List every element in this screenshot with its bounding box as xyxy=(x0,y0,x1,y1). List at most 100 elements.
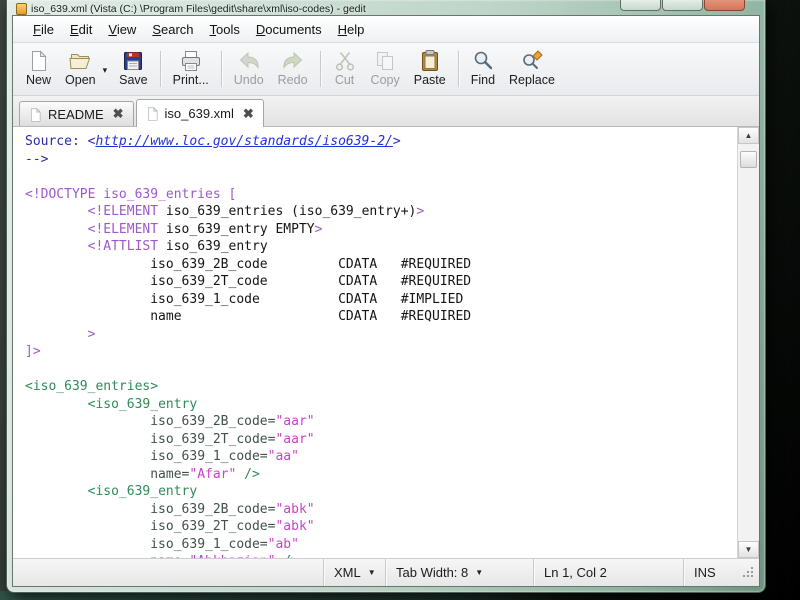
vertical-scrollbar[interactable]: ▲ ▼ xyxy=(737,127,759,558)
paste-icon xyxy=(418,49,442,73)
status-bar: XML ▼ Tab Width: 8 ▼ Ln 1, Col 2 INS xyxy=(13,558,759,586)
tab-width-label: Tab Width: 8 xyxy=(396,565,469,580)
copy-button: Copy xyxy=(364,48,407,89)
code-line: iso_639_2T_code="aar" xyxy=(150,431,315,447)
menu-bar: File Edit View Search Tools Documents Help xyxy=(13,16,759,43)
menu-item-view[interactable]: View xyxy=(100,18,144,41)
overwrite-mode-indicator[interactable]: INS xyxy=(683,559,741,586)
scrollbar-thumb[interactable] xyxy=(740,151,757,168)
print-icon xyxy=(179,49,203,73)
tab-label: iso_639.xml xyxy=(164,106,234,121)
resize-grip[interactable] xyxy=(741,565,755,579)
language-mode-label: XML xyxy=(334,565,361,580)
code-line: <!DOCTYPE iso_639_entries [ xyxy=(25,186,237,202)
menu-item-help[interactable]: Help xyxy=(330,18,373,41)
scroll-up-button[interactable]: ▲ xyxy=(738,127,759,144)
code-line: Source: <http://www.loc.gov/standards/is… xyxy=(25,134,401,149)
code-line: iso_639_1_code="ab" xyxy=(150,536,299,552)
document-icon xyxy=(146,106,159,121)
toolbar-button-label: Save xyxy=(119,73,148,88)
chevron-down-icon: ▼ xyxy=(367,568,376,577)
code-line: iso_639_2B_code="aar" xyxy=(150,414,315,429)
editor-text[interactable]: Source: <http://www.loc.gov/standards/is… xyxy=(13,127,737,558)
tab-bar: README ✖ iso_639.xml ✖ xyxy=(13,96,759,127)
maximize-button[interactable] xyxy=(662,0,703,11)
menu-item-search[interactable]: Search xyxy=(144,18,201,41)
tab-close-icon[interactable]: ✖ xyxy=(113,106,124,122)
tab-label: README xyxy=(48,106,104,122)
toolbar-button-label: Print... xyxy=(172,73,209,88)
window-title: iso_639.xml (Vista (C:) \Program Files\g… xyxy=(31,2,366,15)
menu-item-documents[interactable]: Documents xyxy=(248,18,330,41)
undo-icon xyxy=(237,49,261,73)
code-line: iso_639_1_code="aa" xyxy=(150,449,299,464)
open-folder-icon xyxy=(68,49,92,73)
tab-readme[interactable]: README ✖ xyxy=(19,101,134,126)
toolbar-button-label: Cut xyxy=(334,73,355,88)
find-icon xyxy=(471,49,495,73)
menu-item-tools[interactable]: Tools xyxy=(202,18,248,41)
paste-button[interactable]: Paste xyxy=(407,48,453,89)
code-line: iso_639_1_code CDATA #IMPLIED xyxy=(25,291,464,307)
scroll-down-button[interactable]: ▼ xyxy=(738,541,759,558)
code-line: <iso_639_entry xyxy=(87,484,198,499)
window-controls xyxy=(620,0,745,11)
find-button[interactable]: Find xyxy=(464,48,502,89)
chevron-down-icon: ▼ xyxy=(475,568,484,577)
code-line: name="Afar" /> xyxy=(150,466,260,482)
code-line: ]> xyxy=(25,344,41,359)
title-bar[interactable]: iso_639.xml (Vista (C:) \Program Files\g… xyxy=(12,0,760,15)
scrollbar-track[interactable] xyxy=(738,144,759,541)
code-line: <iso_639_entries> xyxy=(25,379,159,394)
toolbar-button-label: Undo xyxy=(233,73,264,88)
print-button[interactable]: Print... xyxy=(166,48,216,89)
toolbar-separator xyxy=(159,50,161,87)
code-line: <!ATTLIST iso_639_entry xyxy=(87,239,268,254)
redo-icon xyxy=(281,49,305,73)
language-mode-select[interactable]: XML ▼ xyxy=(323,559,385,586)
toolbar-button-label: Redo xyxy=(277,73,308,88)
replace-button[interactable]: Replace xyxy=(502,48,562,89)
toolbar-button-label: Open xyxy=(65,73,96,88)
menu-item-file[interactable]: File xyxy=(25,18,62,41)
new-document-button[interactable]: New xyxy=(19,48,58,89)
code-line: iso_639_2T_code CDATA #REQUIRED xyxy=(25,274,472,289)
toolbar: New Open ▾ Save Print... Undo Redo Cut Copy Paste… xyxy=(13,43,759,96)
toolbar-button-label: Find xyxy=(470,73,496,88)
code-line: <!ELEMENT iso_639_entries (iso_639_entry… xyxy=(87,204,425,219)
redo-button: Redo xyxy=(271,48,315,89)
new-document-icon xyxy=(27,49,51,73)
document-icon xyxy=(29,107,42,122)
editor-area: Source: <http://www.loc.gov/standards/is… xyxy=(13,127,759,558)
code-line: <iso_639_entry xyxy=(87,396,198,412)
gedit-window: iso_639.xml (Vista (C:) \Program Files\g… xyxy=(6,0,766,593)
toolbar-separator xyxy=(319,50,321,87)
undo-button: Undo xyxy=(227,48,271,89)
copy-icon xyxy=(373,49,397,73)
code-line: > xyxy=(87,326,96,342)
save-icon xyxy=(121,49,145,73)
toolbar-button-label: Copy xyxy=(370,73,400,88)
toolbar-button-label: New xyxy=(26,73,52,88)
code-line: iso_639_2B_code="abk" xyxy=(150,501,315,517)
overwrite-mode-label: INS xyxy=(694,565,716,580)
toolbar-separator xyxy=(457,50,459,87)
tab-width-select[interactable]: Tab Width: 8 ▼ xyxy=(385,559,533,586)
close-button[interactable] xyxy=(704,0,745,11)
tab-close-icon[interactable]: ✖ xyxy=(243,106,254,122)
save-button[interactable]: Save xyxy=(112,48,155,89)
code-line: name CDATA #REQUIRED xyxy=(25,309,472,324)
cursor-position-label: Ln 1, Col 2 xyxy=(544,565,607,580)
code-line: iso_639_2B_code CDATA #REQUIRED xyxy=(25,256,472,272)
toolbar-separator xyxy=(220,50,222,87)
open-folder-button[interactable]: Open xyxy=(58,48,103,89)
cursor-position-indicator: Ln 1, Col 2 xyxy=(533,559,661,586)
open-dropdown-caret-icon[interactable]: ▾ xyxy=(103,65,113,76)
tab-iso-639-xml[interactable]: iso_639.xml ✖ xyxy=(135,99,264,127)
code-line: --> xyxy=(25,151,49,167)
code-line: <!ELEMENT iso_639_entry EMPTY> xyxy=(87,221,323,237)
minimize-button[interactable] xyxy=(620,0,661,11)
menu-item-edit[interactable]: Edit xyxy=(62,18,100,41)
